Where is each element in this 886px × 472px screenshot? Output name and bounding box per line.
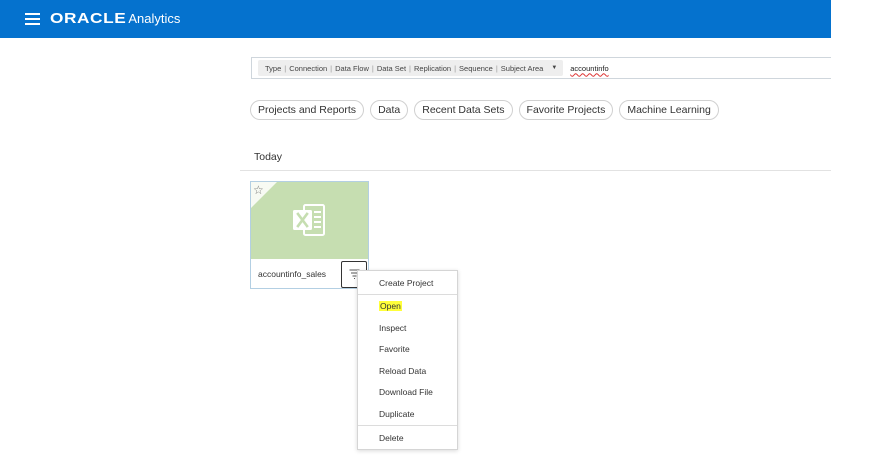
card-title[interactable]: accountinfo_sales — [258, 269, 326, 279]
menu-item-favorite[interactable]: Favorite — [358, 340, 457, 358]
type-filter-subject-area[interactable]: Subject Area — [498, 64, 547, 73]
menu-item-inspect[interactable]: Inspect — [358, 319, 457, 337]
menu-divider — [358, 294, 457, 295]
section-title: Today — [254, 151, 283, 163]
search-bar[interactable]: Type | Connection | Data Flow | Data Set… — [251, 57, 831, 79]
hamburger-menu-icon[interactable] — [25, 13, 40, 25]
menu-item-reload-data[interactable]: Reload Data — [358, 362, 457, 380]
type-filter-sequence[interactable]: Sequence — [456, 64, 496, 73]
top-bar: ORACLE Analytics — [0, 0, 831, 38]
caret-down-icon[interactable]: ▼ — [551, 65, 557, 71]
type-filter-connection[interactable]: Connection — [286, 64, 330, 73]
brand[interactable]: ORACLE Analytics — [50, 10, 180, 27]
card-thumbnail[interactable]: ☆ — [251, 182, 368, 259]
menu-item-delete[interactable]: Delete — [358, 429, 457, 447]
chip-projects-and-reports[interactable]: Projects and Reports — [250, 100, 365, 120]
menu-item-open[interactable]: Open — [358, 297, 457, 315]
filter-chips: Projects and Reports Data Recent Data Se… — [250, 100, 725, 120]
menu-divider — [358, 425, 457, 426]
type-filter-data-flow[interactable]: Data Flow — [332, 64, 372, 73]
type-label: Type — [265, 63, 282, 73]
chip-data[interactable]: Data — [370, 100, 409, 120]
star-icon[interactable]: ☆ — [253, 184, 264, 196]
menu-item-duplicate[interactable]: Duplicate — [358, 405, 457, 423]
product-name: Analytics — [128, 11, 181, 26]
dataset-card[interactable]: ☆ accountinfo_sales — [250, 181, 369, 289]
chip-favorite-projects[interactable]: Favorite Projects — [518, 100, 614, 120]
menu-item-open-label: Open — [379, 301, 402, 311]
chip-machine-learning[interactable]: Machine Learning — [619, 100, 719, 120]
search-query[interactable]: accountinfo — [570, 64, 608, 73]
menu-item-create-project[interactable]: Create Project — [358, 274, 457, 292]
chip-recent-data-sets[interactable]: Recent Data Sets — [414, 100, 513, 120]
oracle-logo: ORACLE — [50, 10, 127, 27]
type-filter-data-set[interactable]: Data Set — [374, 64, 409, 73]
section-divider — [240, 170, 831, 171]
excel-icon — [293, 204, 325, 236]
context-menu: Create Project Open Inspect Favorite Rel… — [357, 270, 458, 450]
type-filter-pill[interactable]: Type | Connection | Data Flow | Data Set… — [258, 60, 564, 76]
menu-item-download-file[interactable]: Download File — [358, 383, 457, 401]
type-filter-replication[interactable]: Replication — [411, 64, 454, 73]
